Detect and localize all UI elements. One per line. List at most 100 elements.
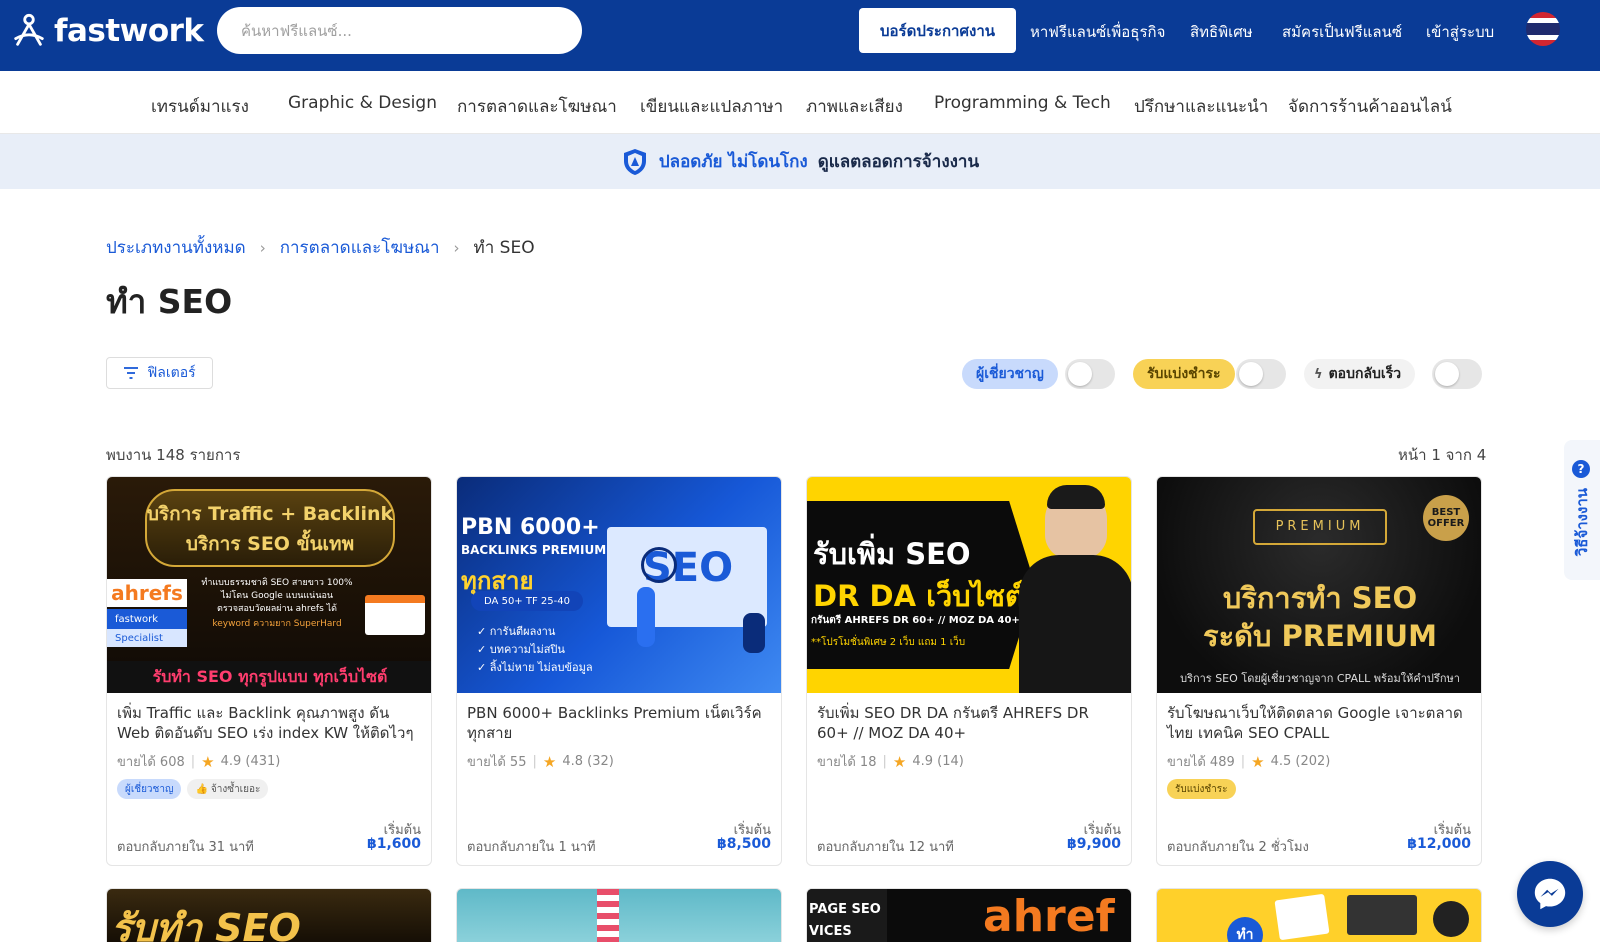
chevron-right-icon: ›: [259, 238, 266, 257]
expert-tag: ผู้เชี่ยวชาญ: [117, 779, 182, 799]
card-price: ฿12,000: [1407, 836, 1471, 852]
service-card[interactable]: [456, 888, 782, 942]
top-header: fastwork บอร์ดประกาศงาน หาฟรีแลนซ์เพื่อธ…: [0, 0, 1600, 71]
category-consulting[interactable]: ปรึกษาและแนะนำ: [1134, 93, 1268, 120]
card-thumbnail: บริการ Traffic + Backlink บริการ SEO ขั้…: [107, 477, 431, 693]
nav-become-freelancer[interactable]: สมัครเป็นฟรีแลนซ์: [1282, 20, 1402, 44]
filter-label: ฟิลเตอร์: [147, 365, 196, 381]
shield-icon: [623, 148, 646, 175]
hire-guide-tab[interactable]: ? วิธีจ้างงาน: [1564, 440, 1600, 580]
search-input[interactable]: [217, 7, 582, 54]
card-response-time: ตอบกลับภายใน 1 นาที: [467, 840, 596, 855]
card-title[interactable]: เพิ่ม Traffic และ Backlink คุณภาพสูง ดัน…: [117, 703, 423, 743]
service-card[interactable]: บริการ Traffic + Backlink บริการ SEO ขั้…: [106, 476, 432, 866]
service-card[interactable]: PBN 6000+ BACKLINKS PREMIUM ทุกสาย DA 50…: [456, 476, 782, 866]
category-graphic-design[interactable]: Graphic & Design: [288, 93, 437, 113]
nav-hire-business[interactable]: หาฟรีแลนซ์เพื่อธุรกิจ: [1030, 20, 1165, 44]
filter-icon: [124, 367, 139, 379]
repeat-hire-tag: 👍 จ้างซ้ำเยอะ: [187, 779, 269, 799]
hire-guide-label: วิธีจ้างงาน: [1573, 488, 1591, 557]
safety-text: ดูแลตลอดการจ้างงาน: [817, 152, 980, 172]
card-price: ฿1,600: [366, 836, 421, 852]
card-rating: 4.5 (202): [1270, 754, 1331, 769]
star-icon: ★: [201, 752, 215, 771]
card-title[interactable]: PBN 6000+ Backlinks Premium เน็ตเวิร์ค ท…: [467, 703, 773, 743]
category-writing[interactable]: เขียนและแปลภาษา: [640, 93, 783, 120]
category-programming[interactable]: Programming & Tech: [934, 93, 1111, 113]
card-sold: ขายได้ 608: [117, 755, 185, 770]
card-price: ฿9,900: [1066, 836, 1121, 852]
breadcrumb-all-categories[interactable]: ประเภทงานทั้งหมด: [106, 234, 246, 261]
card-thumbnail-text: รับทำ SEO: [111, 906, 301, 942]
service-card[interactable]: ทำ: [1156, 888, 1482, 942]
service-card[interactable]: รับเพิ่ม SEO DR DA เว็บไซต์ กรันตรี AHRE…: [806, 476, 1132, 866]
expert-toggle[interactable]: [1065, 359, 1115, 389]
card-title[interactable]: รับโฆษณาเว็บให้ติดตลาด Google เจาะตลาดไท…: [1167, 703, 1473, 743]
thumb-badge-text: PREMIUM: [1275, 519, 1365, 534]
category-marketing[interactable]: การตลาดและโฆษณา: [457, 93, 617, 120]
page-title: ทำ SEO: [106, 282, 233, 321]
card-response-time: ตอบกลับภายใน 31 นาที: [117, 840, 254, 855]
card-response-time: ตอบกลับภายใน 12 นาที: [817, 840, 954, 855]
fast-reply-badge: ϟ ตอบกลับเร็ว: [1304, 359, 1416, 389]
service-card[interactable]: รับทำ SEO: [106, 888, 432, 942]
page-indicator: หน้า 1 จาก 4: [1398, 446, 1487, 464]
card-rating: 4.8 (32): [562, 754, 614, 769]
service-card[interactable]: PREMIUM BEST OFFER บริการทำ SEO ระดับ PRE…: [1156, 476, 1482, 866]
thumb-headline: PBN 6000+: [461, 515, 600, 540]
card-rating: 4.9 (431): [220, 754, 281, 769]
filter-button[interactable]: ฟิลเตอร์: [106, 357, 213, 389]
card-thumbnail: รับเพิ่ม SEO DR DA เว็บไซต์ กรันตรี AHRE…: [807, 477, 1131, 693]
lightning-icon: ϟ: [1314, 366, 1323, 382]
messenger-chat-button[interactable]: [1517, 861, 1583, 927]
breadcrumb-marketing[interactable]: การตลาดและโฆษณา: [280, 234, 440, 261]
card-meta: ขายได้ 608 | ★ 4.9 (431): [117, 752, 281, 771]
installment-tag: รับแบ่งชำระ: [1167, 779, 1236, 799]
card-title[interactable]: รับเพิ่ม SEO DR DA กรันตรี AHREFS DR 60+…: [817, 703, 1123, 743]
brand-name: fastwork: [54, 13, 204, 49]
nav-login[interactable]: เข้าสู่ระบบ: [1426, 20, 1494, 44]
breadcrumb: ประเภทงานทั้งหมด › การตลาดและโฆษณา › ทำ …: [106, 234, 535, 261]
card-sold: ขายได้ 55: [467, 755, 527, 770]
safety-banner[interactable]: ปลอดภัย ไม่โดนโกง ดูแลตลอดการจ้างงาน: [0, 134, 1600, 189]
thumb-headline: รับเพิ่ม SEO: [813, 537, 971, 571]
fast-reply-toggle[interactable]: [1432, 359, 1482, 389]
result-count: พบงาน 148 รายการ: [106, 446, 241, 464]
thumb-subline: ระดับ PREMIUM: [1203, 619, 1437, 653]
thumbs-up-icon: 👍: [195, 783, 208, 795]
installment-toggle[interactable]: [1236, 359, 1286, 389]
card-response-time: ตอบกลับภายใน 2 ชั่วโมง: [1167, 840, 1309, 855]
fast-reply-label: ตอบกลับเร็ว: [1328, 366, 1402, 382]
card-sold: ขายได้ 489: [1167, 755, 1235, 770]
thai-flag-icon[interactable]: [1526, 12, 1560, 46]
category-bar: เทรนด์มาแรง Graphic & Design การตลาดและโ…: [0, 71, 1600, 134]
job-board-button[interactable]: บอร์ดประกาศงาน: [859, 8, 1016, 53]
service-card[interactable]: PAGE SEO VICES ahref: [806, 888, 1132, 942]
installment-badge: รับแบ่งชำระ: [1133, 359, 1235, 389]
chevron-right-icon: ›: [453, 238, 460, 257]
category-audio-video[interactable]: ภาพและเสียง: [806, 93, 903, 120]
card-tags: รับแบ่งชำระ: [1167, 779, 1236, 799]
thumb-subline: บริการ SEO ขั้นเทพ: [185, 533, 355, 555]
star-icon: ★: [542, 752, 557, 771]
star-icon: ★: [892, 752, 907, 771]
card-price: ฿8,500: [716, 836, 771, 852]
category-trending[interactable]: เทรนด์มาแรง: [151, 93, 249, 120]
card-meta: ขายได้ 489 | ★ 4.5 (202): [1167, 752, 1331, 771]
card-tags: ผู้เชี่ยวชาญ 👍 จ้างซ้ำเยอะ: [117, 779, 269, 799]
messenger-icon: [1534, 878, 1566, 910]
card-thumbnail-text: ahref: [983, 891, 1115, 942]
expert-badge: ผู้เชี่ยวชาญ: [962, 359, 1058, 389]
breadcrumb-current: ทำ SEO: [473, 238, 535, 258]
card-meta: ขายได้ 18 | ★ 4.9 (14): [817, 752, 964, 771]
card-sold: ขายได้ 18: [817, 755, 877, 770]
thumb-subline: BACKLINKS PREMIUM: [461, 543, 607, 557]
logo-icon: [14, 13, 44, 46]
category-online-store[interactable]: จัดการร้านค้าออนไลน์: [1288, 93, 1452, 120]
thumb-headline: บริการ Traffic + Backlink: [146, 503, 394, 525]
card-rating: 4.9 (14): [912, 754, 964, 769]
nav-privileges[interactable]: สิทธิพิเศษ: [1190, 20, 1253, 44]
card-thumbnail: PREMIUM BEST OFFER บริการทำ SEO ระดับ PRE…: [1157, 477, 1481, 693]
fastwork-logo[interactable]: fastwork: [10, 12, 204, 50]
card-meta: ขายได้ 55 | ★ 4.8 (32): [467, 752, 614, 771]
